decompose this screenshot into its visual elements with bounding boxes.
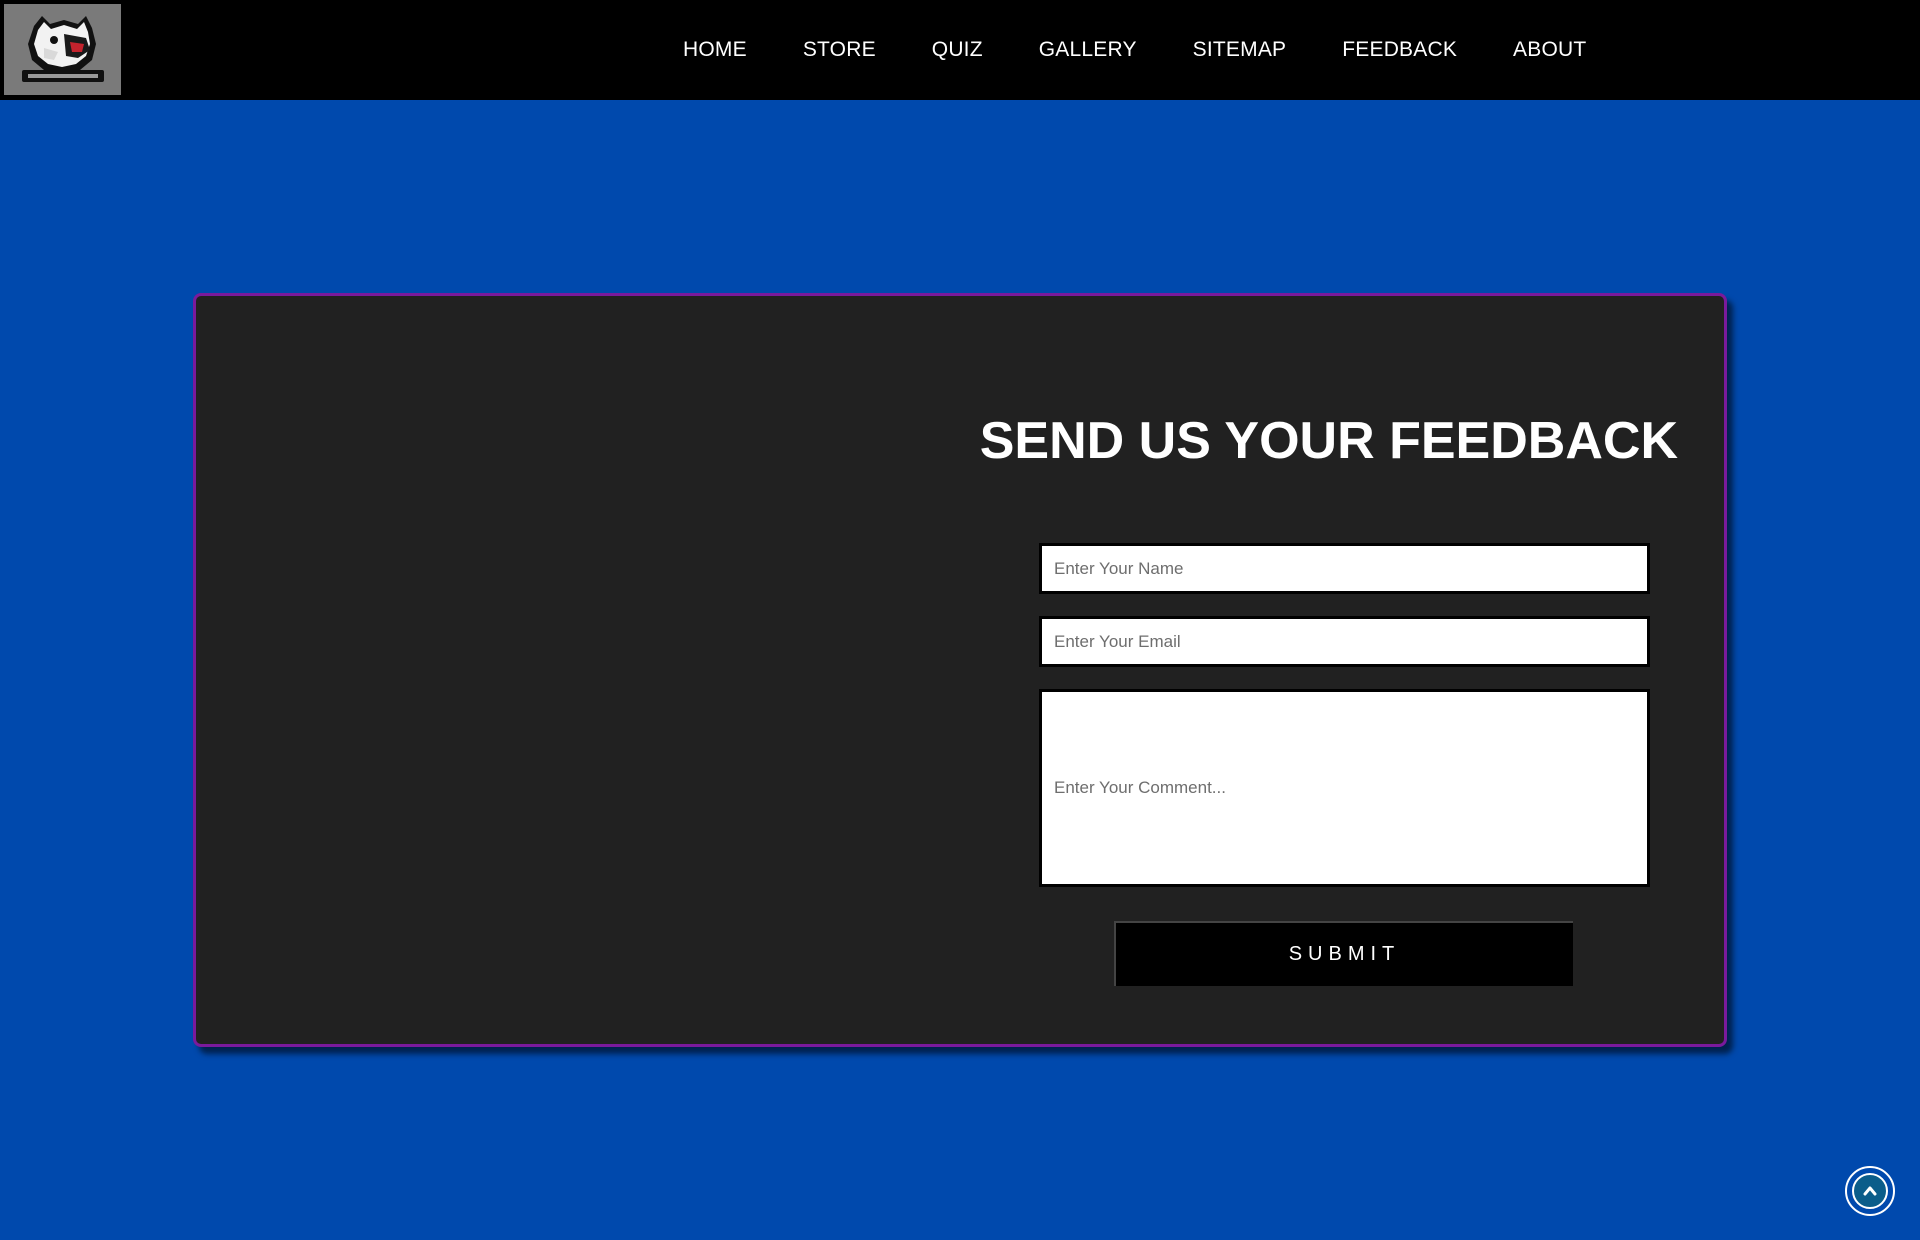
scroll-to-top-button[interactable] — [1845, 1166, 1895, 1216]
feedback-title: SEND US YOUR FEEDBACK — [979, 412, 1678, 470]
nav-item-home: HOME — [683, 38, 747, 62]
nav-item-gallery: GALLERY — [1039, 38, 1137, 62]
nav-link-feedback[interactable]: FEEDBACK — [1342, 38, 1457, 61]
nav-item-about: ABOUT — [1513, 38, 1586, 62]
nav-link-quiz[interactable]: QUIZ — [932, 38, 983, 61]
top-navbar: HOME STORE QUIZ GALLERY SITEMAP FEEDBACK… — [0, 0, 1920, 100]
gaming-bear-logo-icon — [4, 4, 121, 95]
main-nav: HOME STORE QUIZ GALLERY SITEMAP FEEDBACK… — [683, 0, 1586, 100]
nav-link-store[interactable]: STORE — [803, 38, 876, 61]
nav-link-gallery[interactable]: GALLERY — [1039, 38, 1137, 61]
nav-link-sitemap[interactable]: SITEMAP — [1193, 38, 1287, 61]
nav-link-home[interactable]: HOME — [683, 38, 747, 61]
nav-link-about[interactable]: ABOUT — [1513, 38, 1586, 61]
site-logo[interactable] — [4, 4, 121, 95]
scroll-to-top-circle — [1852, 1173, 1888, 1209]
nav-item-store: STORE — [803, 38, 876, 62]
comment-textarea[interactable] — [1039, 689, 1650, 887]
name-input[interactable] — [1039, 543, 1650, 594]
nav-item-quiz: QUIZ — [932, 38, 983, 62]
nav-item-sitemap: SITEMAP — [1193, 38, 1287, 62]
email-input[interactable] — [1039, 616, 1650, 667]
feedback-card: SEND US YOUR FEEDBACK SUBMIT — [193, 293, 1727, 1047]
chevron-up-icon — [1863, 1186, 1877, 1196]
nav-item-feedback: FEEDBACK — [1342, 38, 1457, 62]
submit-button[interactable]: SUBMIT — [1114, 921, 1573, 986]
